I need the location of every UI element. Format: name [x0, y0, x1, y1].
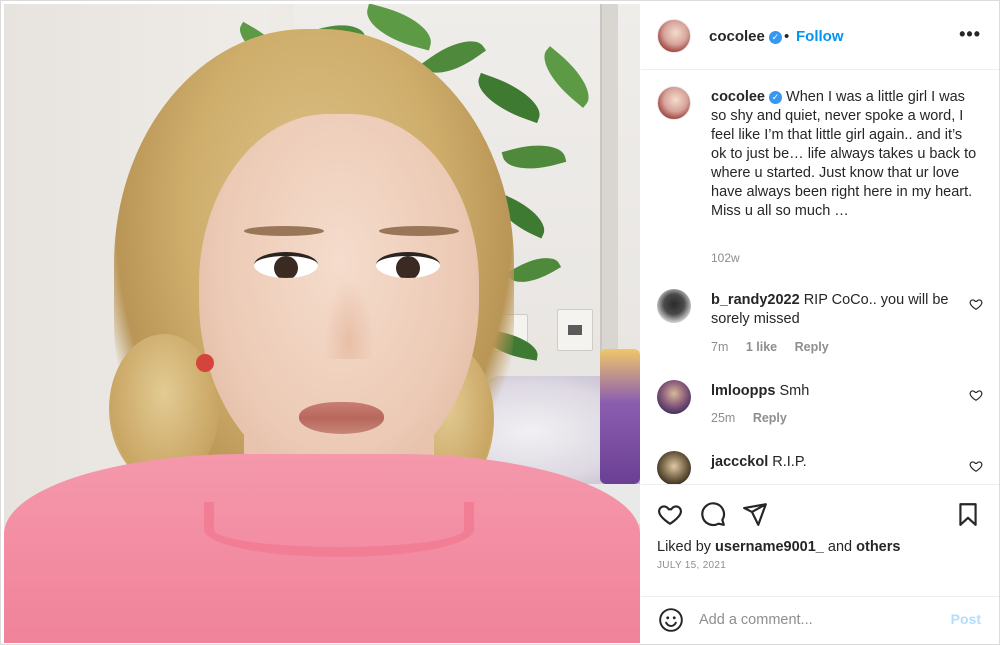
- comment-meta: 25m Reply: [711, 411, 801, 425]
- post-comment-button[interactable]: Post: [951, 611, 981, 627]
- heart-icon[interactable]: [657, 501, 683, 527]
- verified-icon: ✓: [769, 90, 782, 104]
- comment-icon[interactable]: [700, 501, 726, 527]
- comment-text: Smh: [779, 383, 810, 399]
- bookmark-icon[interactable]: [955, 501, 981, 527]
- emoji-icon[interactable]: [658, 607, 684, 633]
- comment-username[interactable]: lmloopps: [711, 383, 775, 399]
- like-comment-icon[interactable]: [969, 297, 983, 311]
- comment-meta: 7m 1 like Reply: [711, 340, 843, 354]
- comment-username[interactable]: b_randy2022: [711, 292, 800, 308]
- caption-username[interactable]: cocolee: [711, 89, 765, 105]
- comment-time[interactable]: 25m: [711, 411, 735, 425]
- caption-timestamp[interactable]: 102w: [711, 251, 740, 265]
- comment-username[interactable]: jaccckol: [711, 454, 768, 470]
- commenter-avatar[interactable]: [657, 451, 691, 484]
- post-actions: Liked by username9001_ and others JULY 1…: [641, 484, 999, 596]
- post-side-panel: cocolee ✓ • Follow ••• cocolee ✓ When I wa…: [641, 2, 999, 644]
- liked-by-others[interactable]: others: [856, 539, 900, 555]
- comment-item: jaccckol R.I.P.: [641, 451, 999, 484]
- post-date[interactable]: JULY 15, 2021: [657, 560, 726, 571]
- more-icon[interactable]: •••: [959, 24, 981, 45]
- verified-icon: ✓: [768, 30, 782, 44]
- like-comment-icon[interactable]: [969, 459, 983, 473]
- likes-prefix: Liked by: [657, 539, 712, 555]
- post-header: cocolee ✓ • Follow •••: [641, 2, 999, 70]
- reply-button[interactable]: Reply: [795, 340, 829, 354]
- liked-by-user[interactable]: username9001_: [715, 539, 824, 555]
- reply-button[interactable]: Reply: [753, 411, 787, 425]
- comment-likes[interactable]: 1 like: [746, 340, 777, 354]
- commenter-avatar[interactable]: [657, 289, 691, 323]
- share-icon[interactable]: [742, 501, 768, 527]
- comment-text: R.I.P.: [772, 454, 807, 470]
- comment-input[interactable]: [699, 608, 939, 632]
- caption-avatar[interactable]: [657, 86, 691, 120]
- likes-and: and: [827, 539, 853, 555]
- commenter-avatar[interactable]: [657, 380, 691, 414]
- instagram-post-frame: cocolee ✓ • Follow ••• cocolee ✓ When I wa…: [0, 0, 1000, 645]
- caption-text: When I was a little girl I was so shy an…: [711, 89, 977, 219]
- follow-button[interactable]: Follow: [796, 28, 844, 45]
- comment-time[interactable]: 7m: [711, 340, 728, 354]
- post-photo[interactable]: [4, 4, 640, 643]
- like-comment-icon[interactable]: [969, 388, 983, 402]
- author-username[interactable]: cocolee ✓: [709, 28, 782, 45]
- likes-summary: Liked by username9001_ and others: [657, 539, 900, 555]
- author-avatar[interactable]: [657, 19, 691, 53]
- add-comment-bar: Post: [641, 596, 999, 644]
- header-separator: •: [784, 28, 790, 45]
